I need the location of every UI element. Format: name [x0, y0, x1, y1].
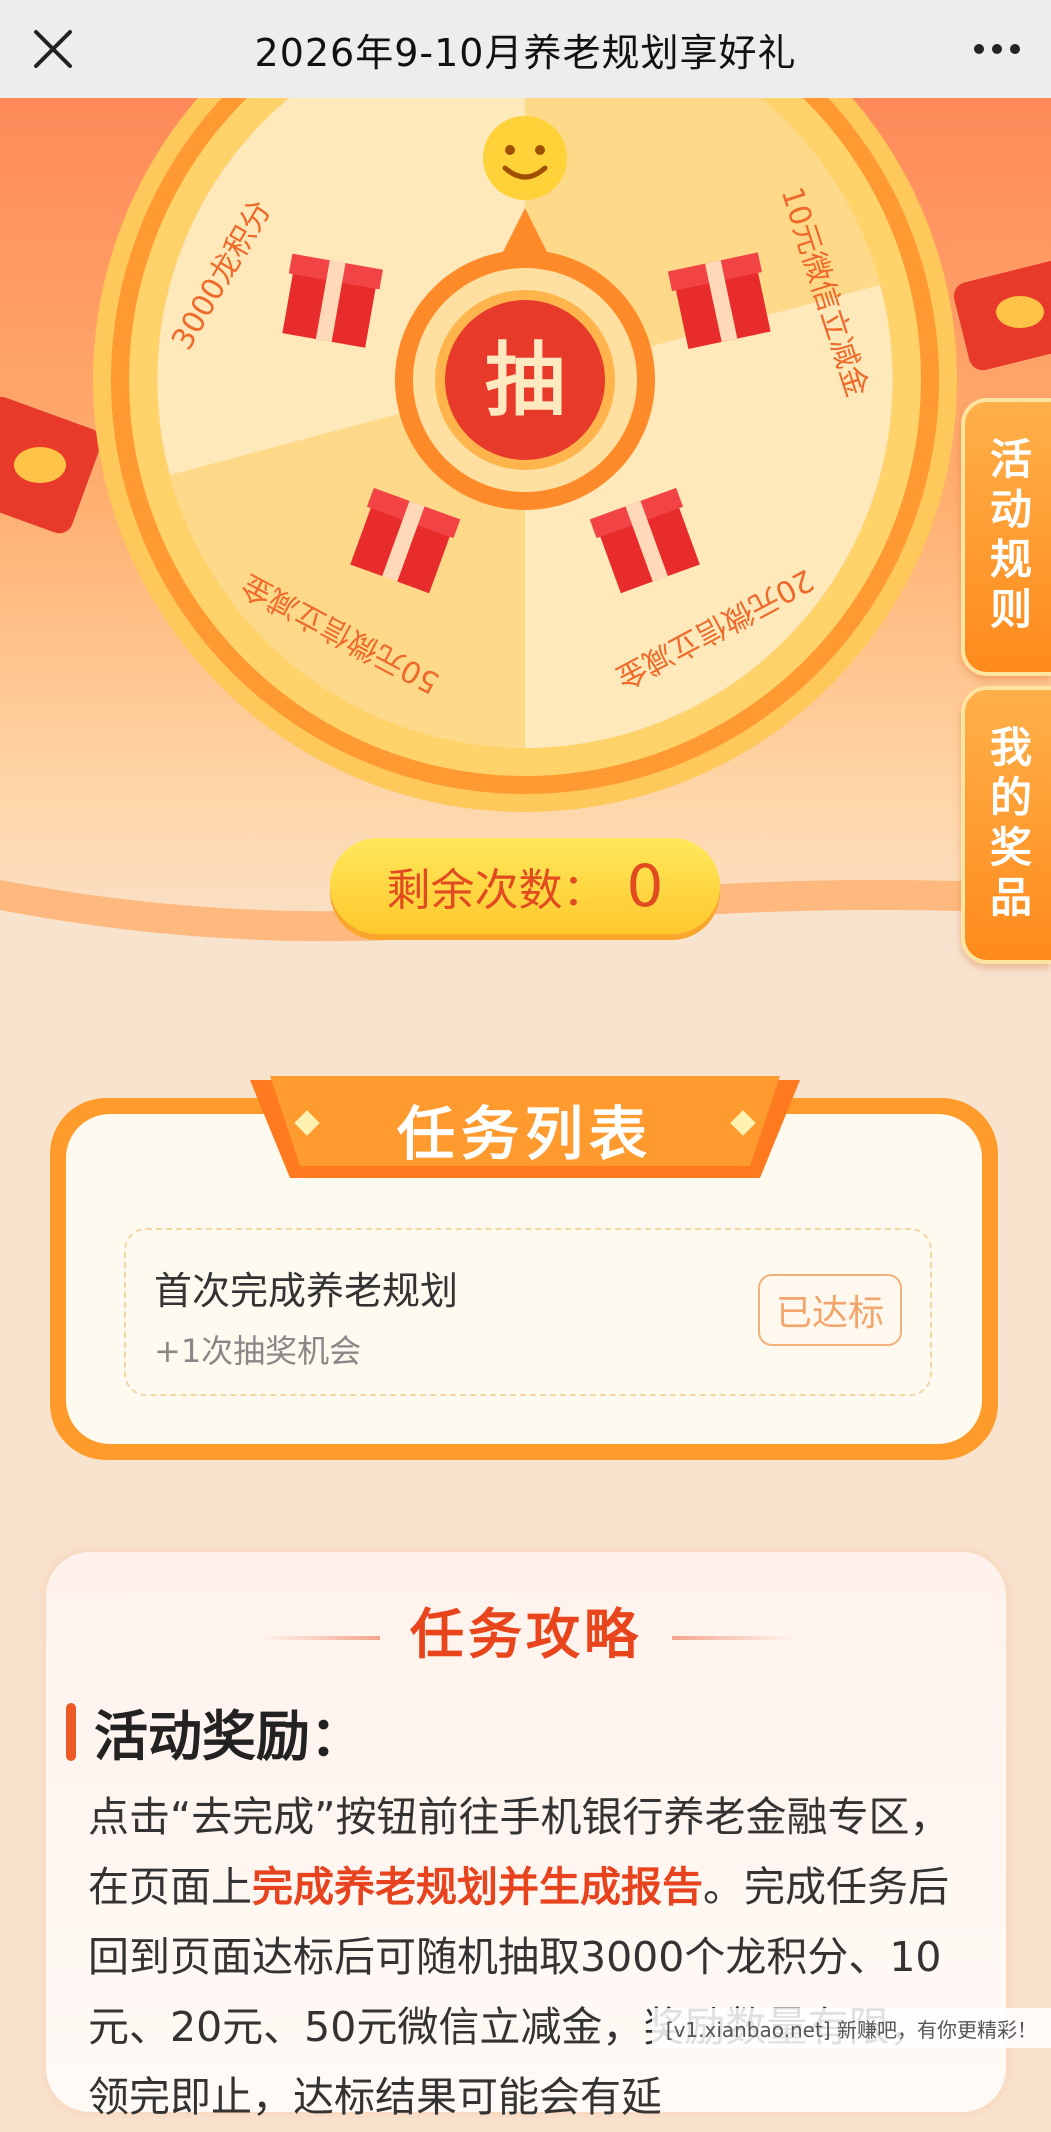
- reward-section-title: 活动奖励：: [94, 1705, 364, 1768]
- task-name: 首次完成养老规划: [154, 1269, 459, 1313]
- my-prizes-tab[interactable]: 我的奖品: [961, 686, 1051, 964]
- divider: [672, 1636, 792, 1641]
- rules-tab-label: 活动规则: [983, 437, 1033, 637]
- gift-icon: [282, 253, 383, 348]
- task-status-button[interactable]: 已达标: [758, 1274, 902, 1346]
- red-envelope-right: [953, 259, 1051, 371]
- task-item: 首次完成养老规划 +1次抽奖机会 已达标: [124, 1228, 932, 1396]
- reward-section-heading: 活动奖励：: [66, 1692, 364, 1771]
- draw-button-label[interactable]: 抽: [485, 334, 565, 427]
- close-icon[interactable]: [28, 24, 78, 74]
- section-marker: [66, 1702, 76, 1761]
- task-list-banner: 任务列表: [240, 1070, 810, 1188]
- my-prizes-tab-label: 我的奖品: [983, 725, 1033, 925]
- page-title: 2026年9-10月养老规划享好礼: [254, 30, 797, 75]
- guide-title: 任务攻略: [46, 1590, 1006, 1669]
- task-list-title: 任务列表: [396, 1100, 653, 1168]
- smiley-icon: [483, 116, 567, 200]
- rules-tab[interactable]: 活动规则: [961, 398, 1051, 676]
- title-bar: 2026年9-10月养老规划享好礼: [0, 0, 1051, 98]
- reward-description: 点击“去完成”按钮前往手机银行养老金融专区，在页面上完成养老规划并生成报告。完成…: [88, 1782, 968, 2132]
- task-reward: +1次抽奖机会: [154, 1332, 362, 1370]
- divider: [260, 1636, 380, 1641]
- remaining-count-badge: 剩余次数： 0: [330, 838, 720, 934]
- guide-title-text: 任务攻略: [410, 1603, 642, 1666]
- description-highlight: 完成养老规划并生成报告: [252, 1863, 703, 1911]
- remaining-count-label: 剩余次数：: [386, 865, 607, 916]
- red-envelope-left: [0, 396, 102, 534]
- watermark: [v1.xianbao.net] 新赚吧，有你更精彩！: [651, 2008, 1051, 2048]
- more-icon[interactable]: [967, 24, 1027, 74]
- remaining-count-value: 0: [626, 852, 664, 920]
